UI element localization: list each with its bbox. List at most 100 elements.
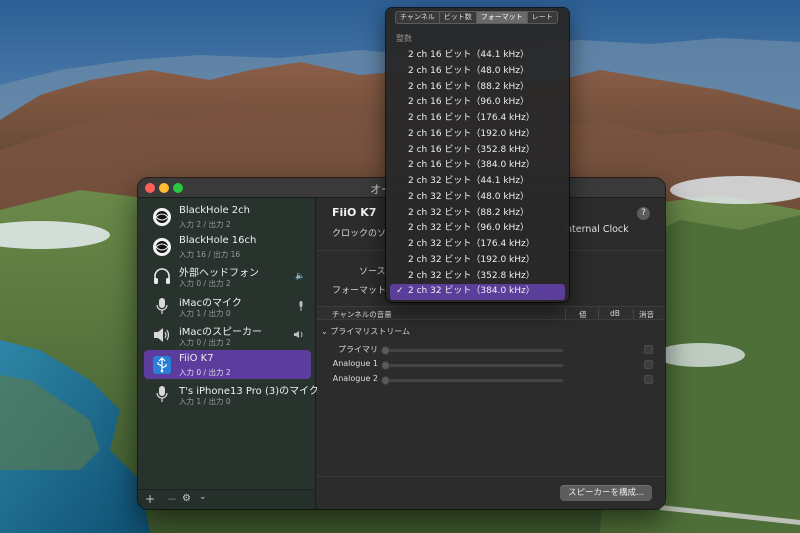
format-option[interactable]: 2 ch 32 ビット（88.2 kHz） [390, 206, 565, 222]
chevron-down-icon[interactable]: ⌄ [199, 490, 207, 504]
header-mute: 消音 [639, 310, 654, 319]
device-item-external-headphones[interactable]: 外部ヘッドフォン 入力 0 / 出力 2 🔈 [144, 261, 311, 291]
checkmark-icon: ✓ [396, 286, 404, 297]
format-option-label: 2 ch 16 ビット（384.0 kHz） [408, 160, 535, 171]
stream-group-label: プライマリストリーム [330, 327, 411, 336]
format-option-label: 2 ch 32 ビット（88.2 kHz） [408, 207, 530, 218]
channel-row: プライマリ [317, 343, 665, 358]
format-option[interactable]: 2 ch 16 ビット（384.0 kHz） [390, 158, 565, 174]
format-option-label: 2 ch 16 ビット（44.1 kHz） [408, 50, 530, 60]
device-item-blackhole-2ch[interactable]: BlackHole 2ch 入力 2 / 出力 2 [144, 202, 311, 232]
format-option[interactable]: 2 ch 16 ビット（352.8 kHz） [390, 143, 565, 159]
segment-channels[interactable]: チャンネル [396, 12, 440, 23]
configure-speakers-button[interactable]: スピーカーを構成... [560, 485, 652, 501]
device-item-imac-microphone[interactable]: iMacのマイク 入力 1 / 出力 0 [144, 291, 311, 321]
channel-label: Analogue 2 [332, 374, 378, 383]
sound-output-icon [293, 330, 305, 341]
header-db: dB [610, 309, 620, 318]
mute-checkbox[interactable] [644, 375, 653, 384]
format-option[interactable]: 2 ch 32 ビット（352.8 kHz） [390, 269, 565, 285]
blackhole-icon [152, 237, 172, 257]
format-option[interactable]: 2 ch 32 ビット（44.1 kHz） [390, 174, 565, 190]
remove-device-button[interactable]: − [167, 492, 177, 506]
device-item-fiio-k7[interactable]: FiiO K7 入力 0 / 出力 2 [144, 349, 311, 379]
column-divider [633, 309, 634, 319]
format-option-label: 2 ch 32 ビット（44.1 kHz） [408, 176, 530, 186]
menu-sort-segmented-control: チャンネル ビット数 フォーマット レート [395, 11, 558, 24]
format-option[interactable]: 2 ch 32 ビット（48.0 kHz） [390, 190, 565, 206]
gear-icon[interactable]: ⚙ [182, 492, 191, 506]
device-item-blackhole-16ch[interactable]: BlackHole 16ch 入力 16 / 出力 16 [144, 232, 311, 262]
mute-checkbox[interactable] [644, 360, 653, 369]
volume-slider-knob[interactable] [381, 346, 390, 355]
format-option-label: 2 ch 32 ビット（176.4 kHz） [408, 239, 535, 249]
format-option-label: 2 ch 16 ビット（48.0 kHz） [408, 65, 530, 76]
format-option-label: 2 ch 32 ビット（96.0 kHz） [408, 223, 530, 234]
detail-bottom-bar: スピーカーを構成... [317, 476, 665, 509]
column-divider [598, 309, 599, 319]
format-option[interactable]: 2 ch 16 ビット（192.0 kHz） [390, 127, 565, 143]
microphone-small-icon [297, 300, 305, 313]
microphone-icon [152, 296, 172, 316]
device-io: 入力 0 / 出力 2 [179, 279, 231, 288]
header-value: 値 [579, 310, 587, 319]
source-label: ソース [359, 267, 386, 277]
device-io: 入力 0 / 出力 2 [179, 367, 231, 377]
device-item-iphone-microphone[interactable]: T's iPhone13 Pro (3)のマイク 入力 1 / 出力 0 [144, 379, 319, 409]
device-list: BlackHole 2ch 入力 2 / 出力 2 BlackHole 16ch… [144, 202, 319, 409]
disclosure-chevron-icon[interactable]: ⌄ [321, 327, 328, 336]
format-option[interactable]: 2 ch 16 ビット（48.0 kHz） [390, 64, 565, 80]
format-option[interactable]: 2 ch 16 ビット（44.1 kHz） [390, 48, 565, 64]
volume-slider-knob[interactable] [381, 361, 390, 370]
format-option[interactable]: 2 ch 32 ビット（96.0 kHz） [390, 221, 565, 237]
device-name: T's iPhone13 Pro (3)のマイク [179, 386, 319, 397]
minimize-window-button[interactable] [159, 183, 169, 193]
channel-row: Analogue 2 [317, 373, 665, 388]
device-name: BlackHole 2ch [179, 205, 251, 216]
speaker-icon [152, 325, 172, 345]
volume-slider[interactable] [381, 361, 563, 370]
device-io: 入力 2 / 出力 2 [179, 220, 231, 229]
format-option-label: 2 ch 32 ビット（192.0 kHz） [408, 254, 535, 265]
format-option-label: 2 ch 16 ビット（192.0 kHz） [408, 128, 535, 139]
device-io: 入力 16 / 出力 16 [179, 249, 241, 259]
segment-format[interactable]: フォーマット [476, 12, 528, 23]
volume-slider[interactable] [381, 346, 563, 355]
segment-bit-depth[interactable]: ビット数 [440, 12, 477, 23]
format-option-label: 2 ch 16 ビット（352.8 kHz） [408, 144, 535, 155]
microphone-icon [152, 384, 172, 404]
segment-rate[interactable]: レート [528, 12, 557, 23]
format-option-label: 2 ch 16 ビット（88.2 kHz） [408, 81, 530, 92]
format-option-label: 2 ch 32 ビット（384.0 kHz） [408, 286, 535, 297]
device-name: BlackHole 16ch [179, 234, 257, 246]
format-option-label: 2 ch 16 ビット（176.4 kHz） [408, 113, 535, 123]
format-option-list: 2 ch 16 ビット（44.1 kHz） 2 ch 16 ビット（48.0 k… [390, 48, 565, 300]
format-option[interactable]: 2 ch 32 ビット（176.4 kHz） [390, 237, 565, 253]
channel-table-header: チャンネルの音量 値 dB 消音 [317, 306, 665, 320]
format-option[interactable]: 2 ch 16 ビット（176.4 kHz） [390, 111, 565, 127]
format-option[interactable]: 2 ch 16 ビット（96.0 kHz） [390, 95, 565, 111]
volume-slider[interactable] [381, 376, 563, 385]
volume-slider-knob[interactable] [381, 376, 390, 385]
device-item-imac-speakers[interactable]: iMacのスピーカー 入力 0 / 出力 2 [144, 320, 311, 350]
blackhole-icon [152, 207, 172, 227]
add-device-button[interactable]: + [145, 492, 155, 506]
column-divider [565, 309, 566, 319]
format-option[interactable]: 2 ch 32 ビット（192.0 kHz） [390, 253, 565, 269]
stream-group-primary[interactable]: ⌄ プライマリストリーム [321, 326, 410, 337]
format-option[interactable]: 2 ch 16 ビット（88.2 kHz） [390, 80, 565, 96]
help-button[interactable]: ? [637, 207, 650, 220]
device-io: 入力 0 / 出力 2 [179, 338, 231, 347]
format-option-selected[interactable]: ✓ 2 ch 32 ビット（384.0 kHz） [390, 284, 565, 300]
close-window-button[interactable] [145, 183, 155, 193]
mute-checkbox[interactable] [644, 345, 653, 354]
format-option-label: 2 ch 16 ビット（96.0 kHz） [408, 97, 530, 108]
device-name: iMacのスピーカー [179, 327, 263, 338]
format-label: フォーマット [332, 286, 387, 296]
header-channel-volume: チャンネルの音量 [332, 310, 392, 319]
channel-label: Analogue 1 [332, 359, 378, 368]
device-io: 入力 1 / 出力 0 [179, 308, 231, 318]
clock-source-value[interactable]: nternal Clock [566, 224, 629, 235]
zoom-window-button[interactable] [173, 183, 183, 193]
format-option-label: 2 ch 32 ビット（352.8 kHz） [408, 270, 535, 281]
